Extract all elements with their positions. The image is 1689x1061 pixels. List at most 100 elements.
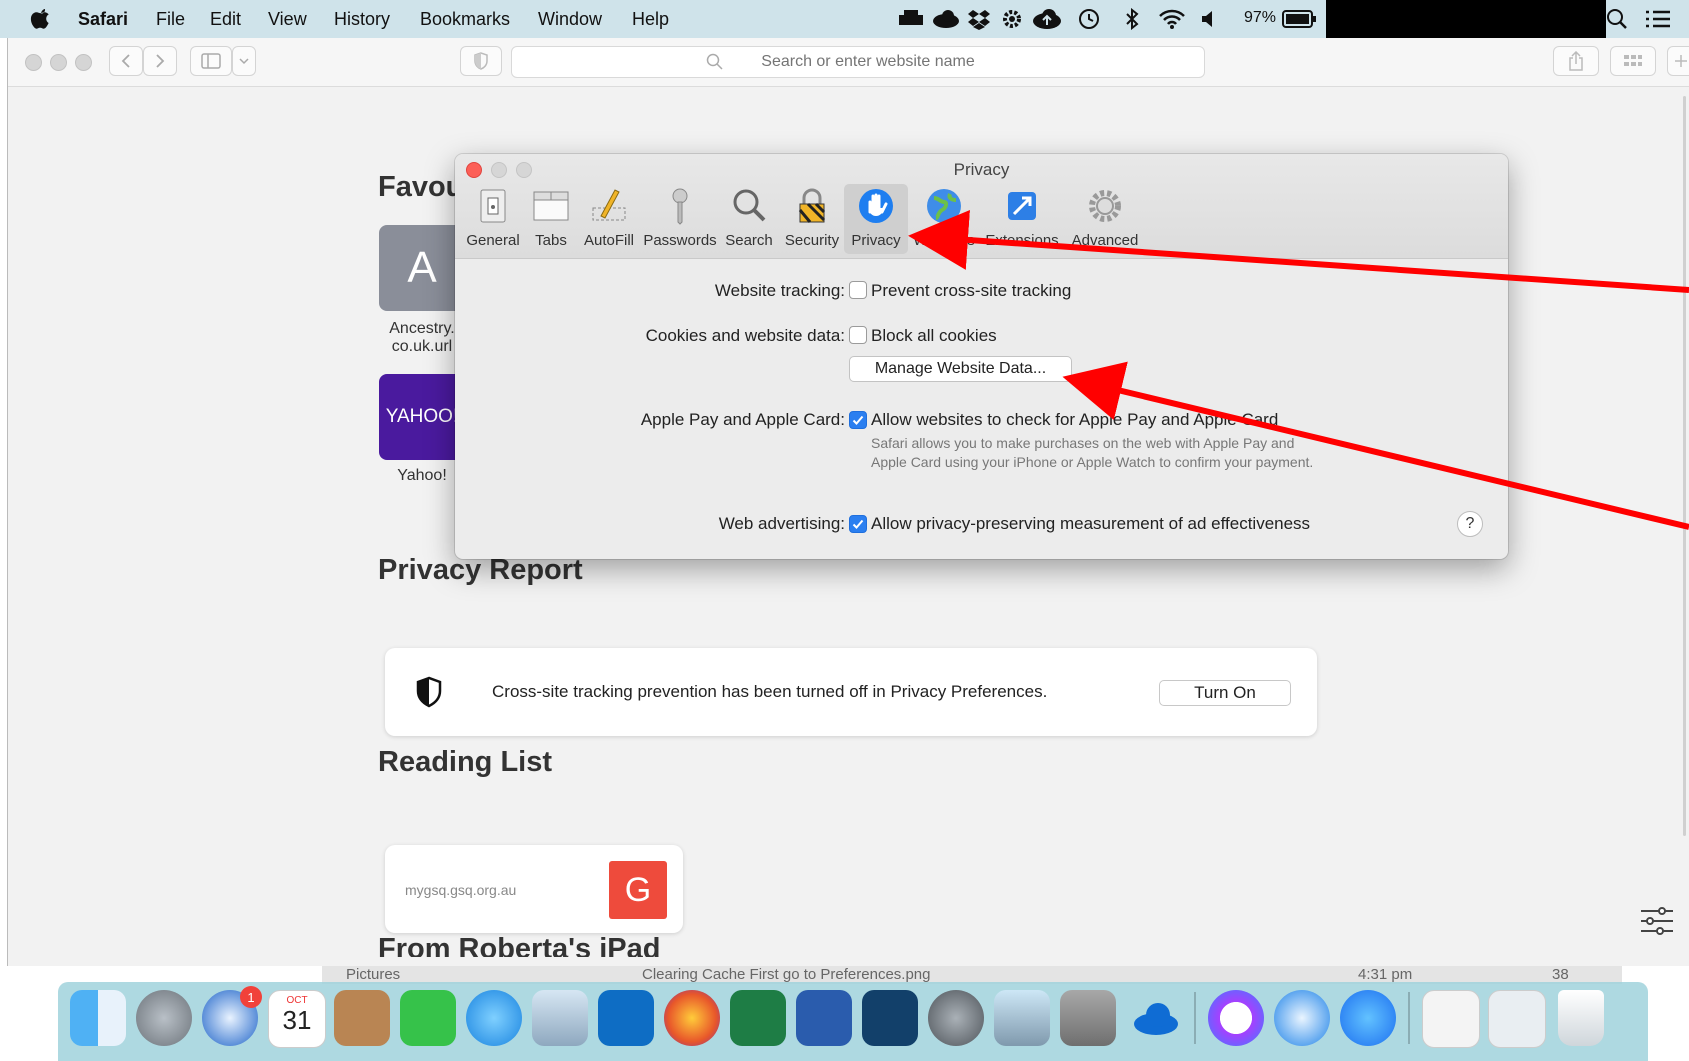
zoom-window-button[interactable] xyxy=(75,54,92,71)
file-size: 38 xyxy=(1552,966,1569,983)
tab-label: Advanced xyxy=(1071,232,1139,249)
block-all-cookies-text[interactable]: Block all cookies xyxy=(871,326,997,346)
websites-icon xyxy=(927,189,961,223)
block-all-cookies-checkbox[interactable] xyxy=(849,326,867,344)
back-button[interactable] xyxy=(109,46,143,76)
battery-icon[interactable] xyxy=(1282,10,1316,28)
tab-general[interactable]: General xyxy=(463,184,523,254)
trash-icon[interactable] xyxy=(1558,990,1604,1046)
tab-autofill[interactable]: AutoFill xyxy=(579,184,639,254)
gear-menu-icon[interactable] xyxy=(1000,8,1024,30)
tab-security[interactable]: Security xyxy=(781,184,843,254)
contacts-icon[interactable] xyxy=(334,990,390,1046)
messages-icon[interactable] xyxy=(466,990,522,1046)
dock: 1 OCT 31 xyxy=(58,982,1648,1061)
menu-bookmarks[interactable]: Bookmarks xyxy=(420,9,510,30)
launchpad-icon[interactable] xyxy=(136,990,192,1046)
bluetooth-icon[interactable] xyxy=(1124,8,1140,30)
web-advertising-text[interactable]: Allow privacy-preserving measurement of … xyxy=(871,514,1310,534)
notification-center-icon[interactable] xyxy=(1645,9,1671,29)
menu-edit[interactable]: Edit xyxy=(210,9,241,30)
search-icon xyxy=(733,189,766,222)
messenger-icon[interactable] xyxy=(1208,990,1264,1046)
display-icon[interactable] xyxy=(898,9,924,29)
tab-search[interactable]: Search xyxy=(721,184,777,254)
word-icon[interactable] xyxy=(796,990,852,1046)
privacy-report-toolbar-button[interactable] xyxy=(460,46,502,76)
sidebar-button[interactable] xyxy=(190,46,232,76)
privacy-preferences-window: Privacy General Tabs AutoFill Passwords … xyxy=(455,154,1508,559)
customize-start-page-icon[interactable] xyxy=(1640,906,1674,936)
close-window-button[interactable] xyxy=(25,54,42,71)
favourite-tile-ancestry[interactable]: A xyxy=(379,225,465,311)
chevron-left-icon xyxy=(121,54,130,68)
app-store-icon[interactable] xyxy=(1340,990,1396,1046)
spotlight-search-icon[interactable] xyxy=(1606,8,1628,30)
new-tab-button[interactable] xyxy=(1667,46,1689,76)
minimize-window-button[interactable] xyxy=(50,54,67,71)
onedrive-icon[interactable] xyxy=(1126,990,1182,1046)
menu-file[interactable]: File xyxy=(156,9,185,30)
safari-toolbar xyxy=(8,38,1689,87)
time-machine-icon[interactable] xyxy=(1078,8,1100,30)
system-preferences-icon[interactable] xyxy=(928,990,984,1046)
family-tree-icon[interactable] xyxy=(862,990,918,1046)
prevent-cross-site-tracking-checkbox[interactable] xyxy=(849,281,867,299)
tab-overview-button[interactable] xyxy=(1610,46,1656,76)
search-input[interactable] xyxy=(726,52,1010,72)
favourite-tile-yahoo[interactable]: YAHOO! xyxy=(379,374,465,460)
manage-website-data-button[interactable]: Manage Website Data... xyxy=(849,356,1072,382)
apple-icon[interactable] xyxy=(30,6,52,30)
thunderbird-icon[interactable]: 1 xyxy=(202,986,262,1046)
documents-stack-icon[interactable] xyxy=(1488,990,1546,1048)
file-time: 4:31 pm xyxy=(1358,966,1413,983)
share-button[interactable] xyxy=(1553,46,1599,76)
prevent-cross-site-tracking-text[interactable]: Prevent cross-site tracking xyxy=(871,281,1071,301)
tab-passwords[interactable]: Passwords xyxy=(641,184,719,254)
calendar-icon[interactable]: OCT 31 xyxy=(268,990,326,1048)
preview-icon[interactable] xyxy=(532,990,588,1046)
outlook-icon[interactable] xyxy=(598,990,654,1046)
firefox-icon[interactable] xyxy=(664,990,720,1046)
menu-history[interactable]: History xyxy=(334,9,390,30)
help-button[interactable]: ? xyxy=(1457,511,1483,537)
apple-pay-text[interactable]: Allow websites to check for Apple Pay an… xyxy=(871,410,1278,430)
web-advertising-checkbox[interactable] xyxy=(849,515,867,533)
tab-websites[interactable]: Websites xyxy=(912,184,976,254)
favourite-tile-text: YAHOO! xyxy=(385,406,459,427)
turn-on-button[interactable]: Turn On xyxy=(1159,680,1291,706)
tab-extensions[interactable]: Extensions xyxy=(980,184,1064,254)
downloads-stack-icon[interactable] xyxy=(1422,990,1480,1048)
excel-icon[interactable] xyxy=(730,990,786,1046)
scrollbar[interactable] xyxy=(1683,96,1686,836)
facetime-icon[interactable] xyxy=(400,990,456,1046)
finder-icon[interactable] xyxy=(70,990,126,1046)
calculator-icon[interactable] xyxy=(1060,990,1116,1046)
image-capture-icon[interactable] xyxy=(994,990,1050,1046)
shield-icon xyxy=(474,52,488,70)
mail-badge: 1 xyxy=(240,986,262,1008)
tab-privacy[interactable]: Privacy xyxy=(844,184,908,254)
sidebar-menu-button[interactable] xyxy=(232,46,256,76)
icloud-upload-icon[interactable] xyxy=(1032,8,1062,30)
forward-button[interactable] xyxy=(143,46,177,76)
wifi-icon[interactable] xyxy=(1158,8,1186,30)
reading-list-item[interactable]: mygsq.gsq.org.au G xyxy=(385,845,683,933)
tab-advanced[interactable]: Advanced xyxy=(1068,184,1142,254)
tab-label: Websites xyxy=(913,232,975,249)
tab-tabs[interactable]: Tabs xyxy=(527,184,575,254)
menu-app-name[interactable]: Safari xyxy=(78,9,128,30)
volume-icon[interactable] xyxy=(1200,10,1218,28)
privacy-report-card[interactable]: Cross-site tracking prevention has been … xyxy=(385,648,1317,736)
website-tracking-label: Website tracking: xyxy=(714,281,845,300)
menu-window[interactable]: Window xyxy=(538,9,602,30)
menu-bar: Safari File Edit View History Bookmarks … xyxy=(0,0,1689,38)
safari-icon[interactable] xyxy=(1274,990,1330,1046)
address-bar[interactable] xyxy=(511,46,1205,78)
apple-pay-checkbox[interactable] xyxy=(849,411,867,429)
dropbox-icon[interactable] xyxy=(967,8,991,30)
menu-help[interactable]: Help xyxy=(632,9,669,30)
sidebar-icon xyxy=(201,53,221,69)
menu-view[interactable]: View xyxy=(268,9,307,30)
cloud-icon[interactable] xyxy=(932,9,960,29)
